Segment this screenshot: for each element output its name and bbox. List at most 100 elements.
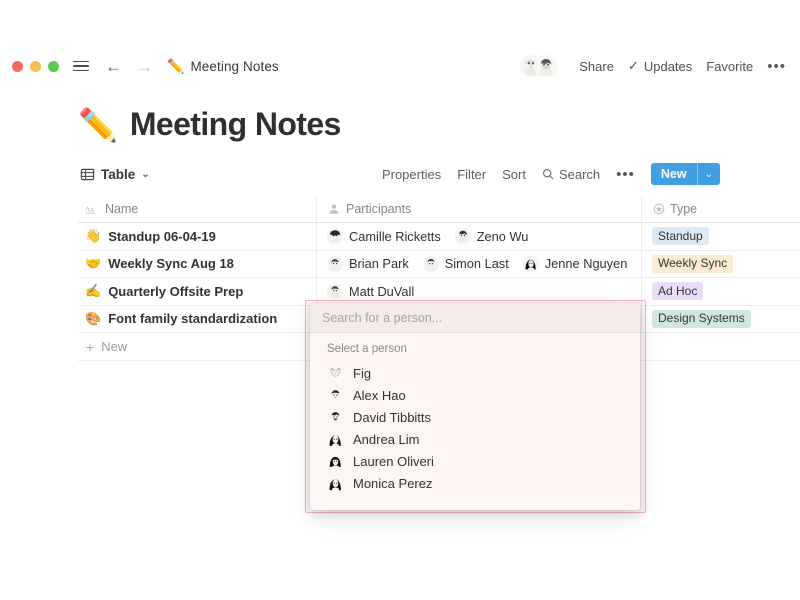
column-header-participants[interactable]: Participants <box>316 196 641 222</box>
participant-chip: Simon Last <box>423 256 509 272</box>
person-option-fig[interactable]: Fig <box>310 362 640 384</box>
row-participants-cell[interactable]: Camille Ricketts Zeno Wu <box>316 223 641 250</box>
updates-button[interactable]: ✓ Updates <box>628 58 692 74</box>
add-new-row-label: New <box>101 339 127 354</box>
row-emoji-icon: 👋 <box>85 228 101 244</box>
filter-button[interactable]: Filter <box>457 167 486 182</box>
column-header-name-label: Name <box>105 202 138 216</box>
avatar <box>327 453 344 470</box>
forward-arrow-icon[interactable]: → <box>136 58 153 75</box>
avatar <box>455 228 471 244</box>
sidebar-toggle-icon[interactable] <box>73 61 89 72</box>
row-participants-cell[interactable]: Brian Park Simon Last Jenne Nguyen <box>316 251 641 278</box>
person-option-label: Alex Hao <box>353 388 406 403</box>
properties-button[interactable]: Properties <box>382 167 441 182</box>
plus-icon: + <box>86 340 94 354</box>
person-option-label: David Tibbitts <box>353 410 431 425</box>
table-icon <box>80 167 95 182</box>
share-label: Share <box>579 59 614 74</box>
avatar <box>327 475 344 492</box>
status-badge: Weekly Sync <box>652 255 733 273</box>
updates-label: Updates <box>644 59 692 74</box>
row-participants-cell[interactable]: Matt DuVall <box>316 278 641 305</box>
page-title[interactable]: Meeting Notes <box>130 106 341 143</box>
view-name-label: Table <box>101 167 135 182</box>
row-type-cell[interactable]: Weekly Sync <box>641 251 800 278</box>
window-chrome: ← → ✏️ Meeting Notes Share ✓ Updates Fav… <box>0 48 800 84</box>
row-title: Weekly Sync Aug 18 <box>108 256 234 271</box>
table-row[interactable]: 👋 Standup 06-04-19 Camille Ricketts Zeno… <box>78 223 800 251</box>
share-button[interactable]: Share <box>579 59 614 74</box>
maximize-window-button[interactable] <box>48 61 59 72</box>
new-button-chevron-down-icon[interactable]: ⌄ <box>698 163 720 185</box>
avatar <box>327 409 344 426</box>
filter-label: Filter <box>457 167 486 182</box>
person-search-field[interactable] <box>310 303 640 333</box>
minimize-window-button[interactable] <box>30 61 41 72</box>
database-view-toolbar: Table ⌄ Properties Filter Sort <box>0 149 800 193</box>
table-row[interactable]: 🤝 Weekly Sync Aug 18 Brian Park Simon La… <box>78 251 800 279</box>
row-type-cell[interactable]: Design Systems <box>641 306 800 333</box>
text-aa-icon: Aa <box>85 203 98 216</box>
person-option-monica-perez[interactable]: Monica Perez <box>310 472 640 494</box>
chevron-down-icon: ⌄ <box>141 169 149 180</box>
avatar <box>327 256 343 272</box>
view-actions: Properties Filter Sort Search ••• <box>382 163 800 185</box>
person-option-label: Monica Perez <box>353 476 432 491</box>
sort-button[interactable]: Sort <box>502 167 526 182</box>
svg-text:Aa: Aa <box>85 204 94 213</box>
row-emoji-icon: 🎨 <box>85 311 101 327</box>
row-type-cell[interactable]: Standup <box>641 223 800 250</box>
participant-name: Jenne Nguyen <box>545 256 628 271</box>
column-header-name[interactable]: Aa Name <box>78 202 316 216</box>
column-header-type[interactable]: Type <box>641 196 800 222</box>
table-row[interactable]: ✍️ Quarterly Offsite Prep Matt DuVall Ad… <box>78 278 800 306</box>
view-more-icon[interactable]: ••• <box>616 166 635 183</box>
person-option-david-tibbitts[interactable]: David Tibbitts <box>310 406 640 428</box>
chrome-right-actions: Share ✓ Updates Favorite ••• <box>519 54 800 78</box>
avatar <box>423 256 439 272</box>
breadcrumb-pencil-icon: ✏️ <box>167 58 184 75</box>
search-icon <box>542 168 554 180</box>
select-circle-icon <box>652 203 665 216</box>
new-button-label: New <box>651 163 697 185</box>
row-type-cell[interactable]: Ad Hoc <box>641 278 800 305</box>
tab-table-view[interactable]: Table ⌄ <box>80 167 150 182</box>
participant-name: Brian Park <box>349 256 409 271</box>
person-option-lauren-oliveri[interactable]: Lauren Oliveri <box>310 450 640 472</box>
person-picker-popup[interactable]: Select a person Fig Alex Hao David Tibbi… <box>310 303 640 510</box>
participant-chip: Jenne Nguyen <box>523 256 628 272</box>
search-label: Search <box>559 167 600 182</box>
participant-name: Simon Last <box>445 256 509 271</box>
status-badge: Design Systems <box>652 310 751 328</box>
close-window-button[interactable] <box>12 61 23 72</box>
participant-chip: Matt DuVall <box>327 283 414 299</box>
row-name-cell[interactable]: 🤝 Weekly Sync Aug 18 <box>78 256 316 272</box>
search-input[interactable] <box>322 311 628 325</box>
avatar <box>327 387 344 404</box>
favorite-button[interactable]: Favorite <box>706 59 753 74</box>
properties-label: Properties <box>382 167 441 182</box>
check-icon: ✓ <box>628 58 639 74</box>
status-badge: Ad Hoc <box>652 282 703 300</box>
page-icon-pencil-icon[interactable]: ✏️ <box>78 109 118 141</box>
row-name-cell[interactable]: 👋 Standup 06-04-19 <box>78 228 316 244</box>
avatar <box>523 256 539 272</box>
back-arrow-icon[interactable]: ← <box>105 58 122 75</box>
search-button[interactable]: Search <box>542 167 600 182</box>
traffic-lights <box>12 61 59 72</box>
collaborator-avatars[interactable] <box>519 54 565 78</box>
person-option-andrea-lim[interactable]: Andrea Lim <box>310 428 640 450</box>
row-name-cell[interactable]: ✍️ Quarterly Offsite Prep <box>78 283 316 299</box>
column-header-participants-label: Participants <box>346 202 411 216</box>
person-option-alex-hao[interactable]: Alex Hao <box>310 384 640 406</box>
more-options-icon[interactable]: ••• <box>767 58 786 75</box>
row-name-cell[interactable]: 🎨 Font family standardization <box>78 311 316 327</box>
participant-chip: Zeno Wu <box>455 228 529 244</box>
favorite-label: Favorite <box>706 59 753 74</box>
person-option-label: Lauren Oliveri <box>353 454 434 469</box>
page-content: ✏️ Meeting Notes Table ⌄ Properties <box>0 92 800 193</box>
breadcrumb-title[interactable]: Meeting Notes <box>190 59 278 74</box>
new-record-button[interactable]: New ⌄ <box>651 163 720 185</box>
participant-name: Zeno Wu <box>477 229 529 244</box>
